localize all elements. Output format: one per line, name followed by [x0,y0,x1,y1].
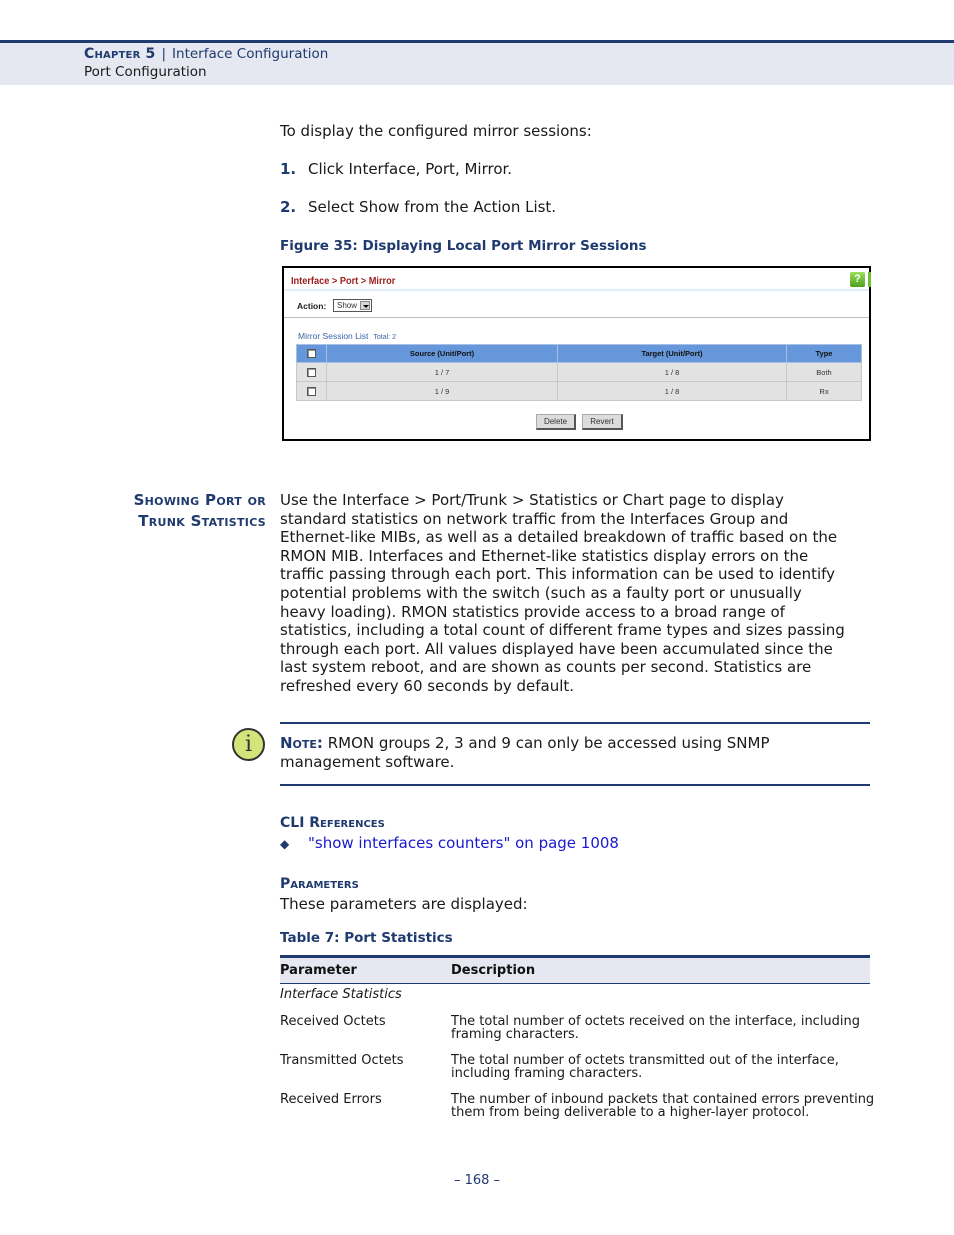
cell-source: 1 / 9 [326,381,558,401]
param-description: The total number of octets transmitted o… [451,1054,839,1081]
delete-button[interactable]: Delete [536,414,576,430]
header-separator: | [161,46,167,62]
note-top-rule [280,722,870,724]
chevron-down-icon[interactable] [360,301,370,310]
paragraph-line: refreshed every 60 seconds by default. [280,676,575,695]
help-icon-edge [868,272,871,287]
cell-type: Both [786,362,862,382]
cell-target: 1 / 8 [557,362,787,382]
select-all-checkbox[interactable] [307,349,316,359]
header-section: Port Configuration [84,64,207,80]
note-line1: RMON groups 2, 3 and 9 can only be acces… [327,734,770,752]
paragraph-line: statistics, including a total count of d… [280,621,845,640]
cli-reference-link[interactable]: "show interfaces counters" on page 1008 [308,834,619,852]
select-all-cell [296,344,327,363]
intro-lead: To display the configured mirror session… [280,122,592,140]
bullet-diamond-icon: ◆ [280,837,290,851]
table-row: 1 / 9 1 / 8 Rx [296,381,862,401]
paragraph-line: potential problems with the switch (such… [280,583,802,602]
mirror-session-list-title: Mirror Session List Total: 2 [298,331,396,341]
desc-line: including framing characters. [451,1065,643,1081]
note-line: Note: RMON groups 2, 3 and 9 can only be… [280,734,870,753]
section-heading-line1: Showing Port or [133,491,266,509]
desc-line: them from being deliverable to a higher-… [451,1104,810,1120]
step-number: 2. [280,198,297,216]
row-select-cell [296,362,327,382]
section-heading-line2: Trunk Statistics [138,512,266,530]
figure-screenshot: Interface > Port > Mirror ? Action: Show… [282,266,871,441]
step-2: 2. Select Show from the Action List. [280,198,556,217]
step-1: 1. Click Interface, Port, Mirror. [280,160,512,179]
list-total: Total: 2 [373,334,396,341]
paragraph-line: heavy loading). RMON statistics provide … [280,602,785,621]
param-name: Received Errors [280,1092,382,1107]
note-line2: management software. [280,752,455,771]
param-name: Transmitted Octets [280,1053,404,1068]
step-number: 1. [280,160,297,178]
table-header-row: Source (Unit/Port) Target (Unit/Port) Ty… [296,344,862,363]
help-icon[interactable]: ? [850,272,865,287]
parameters-heading: Parameters [280,876,359,892]
action-select-value: Show [337,301,358,310]
action-label: Action: [297,301,327,311]
cli-references-heading: CLI References [280,815,385,831]
paragraph-line: last system reboot, and are shown as cou… [280,658,812,677]
chapter-title: Interface Configuration [172,46,329,62]
table-caption: Table 7: Port Statistics [280,930,453,946]
header-description: Description [451,963,536,978]
param-description: The number of inbound packets that conta… [451,1093,874,1120]
row-checkbox[interactable] [307,386,316,396]
step-text: Click Interface, Port, Mirror. [308,160,513,178]
row-checkbox[interactable] [307,367,316,377]
list-title: Mirror Session List [298,331,369,341]
chapter-label: Chapter 5 [84,46,156,62]
parameters-text: These parameters are displayed: [280,895,528,913]
paragraph-line: Use the Interface > Port/Trunk > Statist… [280,491,784,509]
note-label: Note: [280,734,323,752]
revert-button[interactable]: Revert [582,414,623,430]
table-group-label: Interface Statistics [280,987,402,1002]
header-chapter-line: Chapter 5 | Interface Configuration [84,46,328,62]
header-parameter: Parameter [280,963,357,978]
cell-type: Rx [786,381,862,401]
col-target: Target (Unit/Port) [557,344,787,363]
action-select[interactable]: Show [333,299,372,312]
note-bottom-rule [280,784,870,786]
page-number: – 168 – [453,1173,501,1188]
paragraph-line: Ethernet-like MIBs, as well as a detaile… [280,528,838,547]
fig-breadcrumb: Interface > Port > Mirror [291,276,396,287]
cli-reference-item: ◆ "show interfaces counters" on page 1008 [280,834,619,852]
param-description: The total number of octets received on t… [451,1015,860,1042]
table-header: Parameter Description [280,958,870,984]
info-icon: i [232,728,265,761]
step-text: Select Show from the Action List. [308,198,557,216]
col-type: Type [786,344,862,363]
note-text: Note: RMON groups 2, 3 and 9 can only be… [280,734,870,771]
paragraph-line: through each port. All values displayed … [280,639,833,658]
figure-caption: Figure 35: Displaying Local Port Mirror … [280,238,647,254]
col-source: Source (Unit/Port) [326,344,558,363]
fig-title-divider [284,289,869,292]
row-select-cell [296,381,327,401]
mirror-session-table: Source (Unit/Port) Target (Unit/Port) Ty… [296,344,862,401]
paragraph-line: RMON MIB. Interfaces and Ethernet-like s… [280,546,809,565]
cell-target: 1 / 8 [557,381,787,401]
param-name: Received Octets [280,1014,386,1029]
paragraph-line: traffic passing through each port. This … [280,565,836,584]
fig-divider [284,317,869,318]
section-paragraph: Use the Interface > Port/Trunk > Statist… [280,491,880,696]
desc-line: framing characters. [451,1026,579,1042]
table-row: 1 / 7 1 / 8 Both [296,362,862,382]
cell-source: 1 / 7 [326,362,558,382]
paragraph-line: standard statistics on network traffic f… [280,509,789,528]
